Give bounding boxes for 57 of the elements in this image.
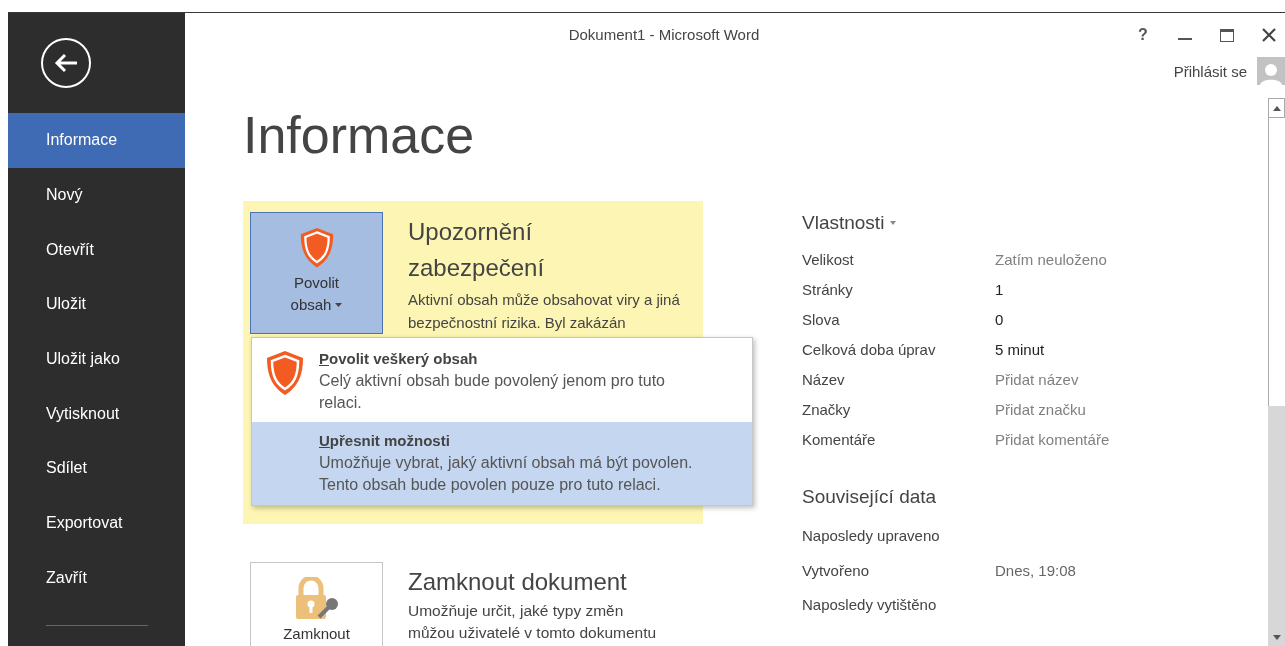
property-value: 5 minut bbox=[995, 339, 1045, 360]
sidebar-item[interactable]: Sdílet bbox=[8, 441, 185, 496]
property-value: 1 bbox=[995, 279, 1004, 300]
window-title: Dokument1 - Microsoft Word bbox=[568, 24, 760, 45]
maximize-icon bbox=[1220, 28, 1234, 42]
security-text: Aktivní obsah může obsahovat viry a jiná bezpečnostní rizika. Byl zakázán bbox=[408, 290, 681, 333]
sidebar-item[interactable]: Nový bbox=[8, 167, 185, 223]
sidebar-item[interactable]: Vytisknout bbox=[8, 386, 185, 442]
menu-item-title: Povolit veškerý obsah bbox=[319, 349, 479, 369]
scroll-up-icon bbox=[1272, 105, 1281, 111]
property-label: Název bbox=[802, 369, 846, 390]
related-heading: Související data bbox=[802, 485, 938, 509]
property-label: Stránky bbox=[802, 279, 854, 300]
sidebar-item[interactable]: Informace bbox=[8, 113, 185, 168]
back-arrow-icon bbox=[53, 52, 79, 74]
property-value: 0 bbox=[995, 309, 1004, 330]
property-value[interactable]: Přidat název bbox=[995, 368, 1079, 392]
related-label: Vytvořeno bbox=[802, 560, 870, 581]
property-value[interactable]: Přidat komentáře bbox=[995, 428, 1110, 452]
property-label: Velikost bbox=[802, 249, 855, 270]
minimize-icon bbox=[1178, 38, 1192, 40]
menu-item-description: Celý aktivní obsah bude povolený jenom pro tuto relaci. bbox=[319, 371, 666, 413]
protect-document-button[interactable]: Zamknout bbox=[250, 562, 383, 646]
property-label: Komentáře bbox=[802, 429, 877, 450]
property-label: Slova bbox=[802, 309, 841, 330]
scrollbar[interactable] bbox=[1268, 98, 1285, 646]
protect-text: Umožňuje určit, jaké typy změn můžou uživatelé v tomto dokumentu bbox=[408, 601, 658, 643]
back-button[interactable] bbox=[41, 38, 91, 88]
close-icon bbox=[1262, 28, 1276, 42]
related-label: Naposledy upraveno bbox=[802, 526, 941, 546]
help-button[interactable]: ? bbox=[1133, 23, 1153, 47]
menu-item[interactable]: Povolit veškerý obsah Celý aktivní obsah bude povolený jenom pro tuto relaci. bbox=[252, 338, 752, 422]
sidebar-item[interactable]: Exportovat bbox=[8, 495, 185, 551]
related-value: Dnes, 19:08 bbox=[995, 560, 1076, 581]
property-value[interactable]: Zatím neuloženo bbox=[995, 248, 1107, 272]
shield-icon bbox=[265, 350, 305, 396]
sidebar-item[interactable]: Uložit jako bbox=[8, 331, 185, 387]
property-label: Značky bbox=[802, 399, 852, 420]
caret-icon bbox=[890, 221, 897, 225]
sign-in-link[interactable]: Přihlásit se bbox=[1173, 61, 1247, 84]
enable-content-button[interactable]: Povolit obsah bbox=[250, 212, 383, 334]
property-label: Celková doba úprav bbox=[802, 339, 937, 360]
scroll-down-icon bbox=[1272, 634, 1281, 640]
sidebar-item[interactable]: Uložit bbox=[8, 277, 185, 332]
menu-item-description: Umožňuje vybrat, jaký aktivní obsah má být povolen. Tento obsah bude povolen pouze pro tuto relaci. bbox=[319, 453, 694, 495]
caret-icon bbox=[335, 303, 343, 308]
page-title: Informace bbox=[243, 105, 476, 165]
sidebar-item[interactable]: Otevřít bbox=[8, 222, 185, 278]
protect-heading: Zamknout dokument bbox=[408, 567, 628, 597]
security-heading: Upozornění zabezpečení bbox=[408, 217, 546, 283]
related-label: Naposledy vytištěno bbox=[802, 595, 938, 615]
menu-item-title: Upřesnit možnosti bbox=[319, 431, 451, 451]
shield-icon bbox=[298, 227, 335, 269]
property-value[interactable]: Přidat značku bbox=[995, 398, 1086, 422]
properties-heading[interactable]: Vlastnosti bbox=[802, 209, 885, 237]
menu-item[interactable]: Upřesnit možnosti Umožňuje vybrat, jaký aktivní obsah má být povolen. Tento obsah bude povolen pouze pro tuto relaci. bbox=[252, 422, 752, 505]
sidebar-item[interactable]: Zavřít bbox=[8, 550, 185, 606]
